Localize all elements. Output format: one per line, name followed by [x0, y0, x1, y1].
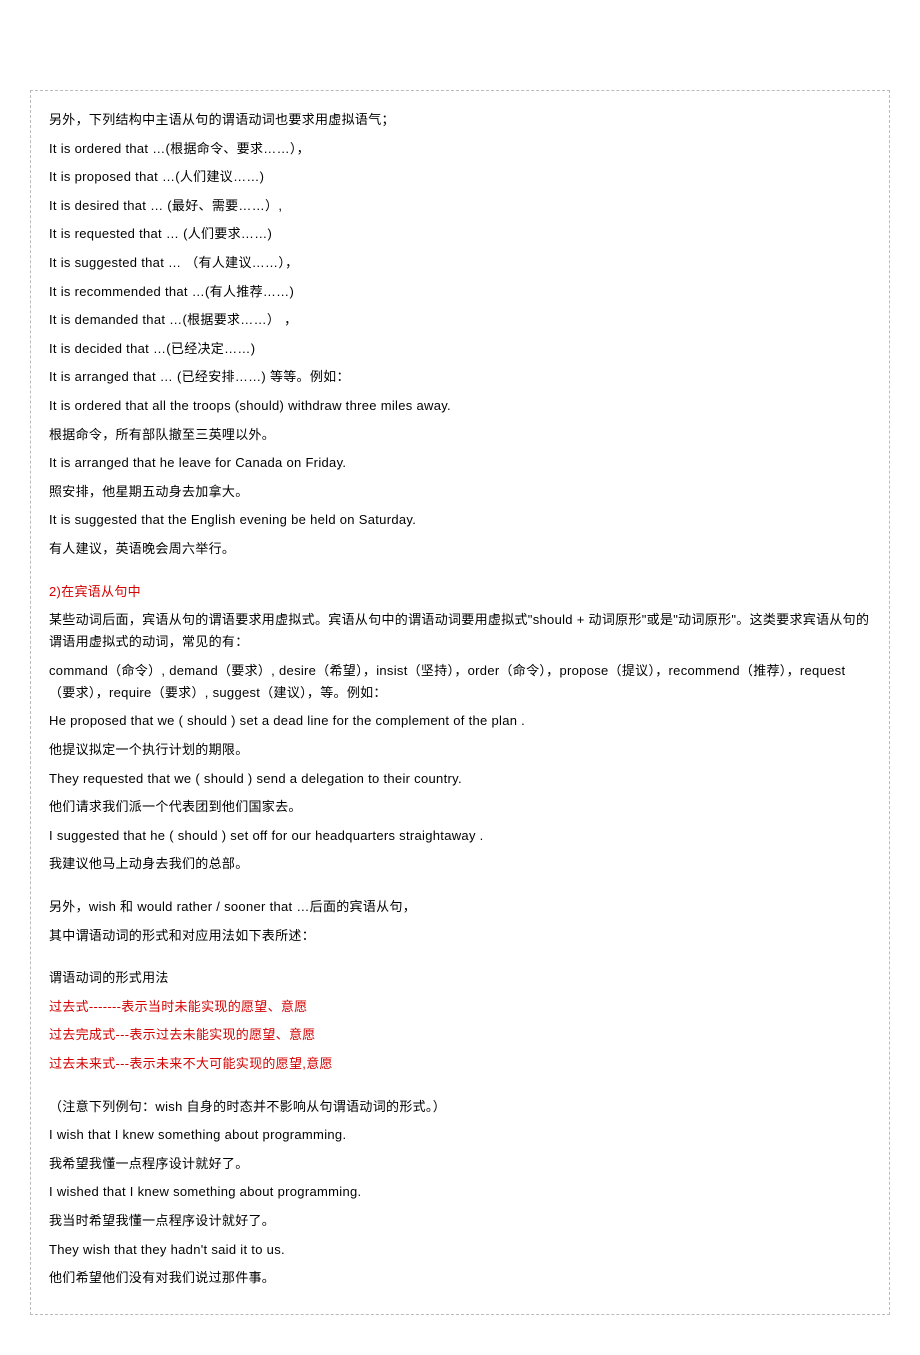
example-zh: 他们请求我们派一个代表团到他们国家去。: [49, 796, 871, 818]
example-zh: 我建议他马上动身去我们的总部。: [49, 853, 871, 875]
example-zh: 他们希望他们没有对我们说过那件事。: [49, 1267, 871, 1289]
spacer: [49, 1082, 871, 1096]
section3-text: 其中谓语动词的形式和对应用法如下表所述：: [49, 925, 871, 947]
section2-text: 某些动词后面，宾语从句的谓语要求用虚拟式。宾语从句中的谓语动词要用虚拟式"sho…: [49, 609, 871, 653]
structure-line: It is demanded that …(根据要求……） ，: [49, 309, 871, 331]
usage-past-future: 过去未来式---表示未来不大可能实现的愿望,意愿: [49, 1053, 871, 1075]
structure-line: It is recommended that …(有人推荐……): [49, 281, 871, 303]
section1-intro: 另外，下列结构中主语从句的谓语动词也要求用虚拟语气；: [49, 109, 871, 131]
example-zh: 我希望我懂一点程序设计就好了。: [49, 1153, 871, 1175]
example-zh: 他提议拟定一个执行计划的期限。: [49, 739, 871, 761]
usage-heading: 谓语动词的形式用法: [49, 967, 871, 989]
structure-line: It is desired that … (最好、需要……）,: [49, 195, 871, 217]
section2-heading: 2)在宾语从句中: [49, 581, 871, 603]
example-zh: 有人建议，英语晚会周六举行。: [49, 538, 871, 560]
structure-line: It is arranged that … (已经安排……) 等等。例如：: [49, 366, 871, 388]
example-zh: 我当时希望我懂一点程序设计就好了。: [49, 1210, 871, 1232]
section2-text: command（命令）, demand（要求）, desire（希望），insi…: [49, 660, 871, 704]
page-container: 另外，下列结构中主语从句的谓语动词也要求用虚拟语气； It is ordered…: [0, 0, 920, 1355]
example-en: They requested that we ( should ) send a…: [49, 768, 871, 790]
example-en: I wished that I knew something about pro…: [49, 1181, 871, 1203]
example-en: It is ordered that all the troops (shoul…: [49, 395, 871, 417]
structure-line: It is decided that …(已经决定……): [49, 338, 871, 360]
structure-line: It is proposed that …(人们建议……): [49, 166, 871, 188]
usage-past: 过去式-------表示当时未能实现的愿望、意愿: [49, 996, 871, 1018]
example-zh: 根据命令，所有部队撤至三英哩以外。: [49, 424, 871, 446]
section3-text: 另外，wish 和 would rather / sooner that …后面…: [49, 896, 871, 918]
structure-line: It is suggested that … （有人建议……），: [49, 252, 871, 274]
section4-note: （注意下列例句：wish 自身的时态并不影响从句谓语动词的形式。）: [49, 1096, 871, 1118]
spacer: [49, 953, 871, 967]
example-en: It is suggested that the English evening…: [49, 509, 871, 531]
example-en: I suggested that he ( should ) set off f…: [49, 825, 871, 847]
usage-past-perfect: 过去完成式---表示过去未能实现的愿望、意愿: [49, 1024, 871, 1046]
spacer: [49, 567, 871, 581]
content-box: 另外，下列结构中主语从句的谓语动词也要求用虚拟语气； It is ordered…: [30, 90, 890, 1315]
spacer: [49, 882, 871, 896]
example-en: He proposed that we ( should ) set a dea…: [49, 710, 871, 732]
structure-line: It is ordered that …(根据命令、要求……），: [49, 138, 871, 160]
structure-line: It is requested that … (人们要求……): [49, 223, 871, 245]
example-en: They wish that they hadn't said it to us…: [49, 1239, 871, 1261]
example-zh: 照安排，他星期五动身去加拿大。: [49, 481, 871, 503]
example-en: It is arranged that he leave for Canada …: [49, 452, 871, 474]
example-en: I wish that I knew something about progr…: [49, 1124, 871, 1146]
